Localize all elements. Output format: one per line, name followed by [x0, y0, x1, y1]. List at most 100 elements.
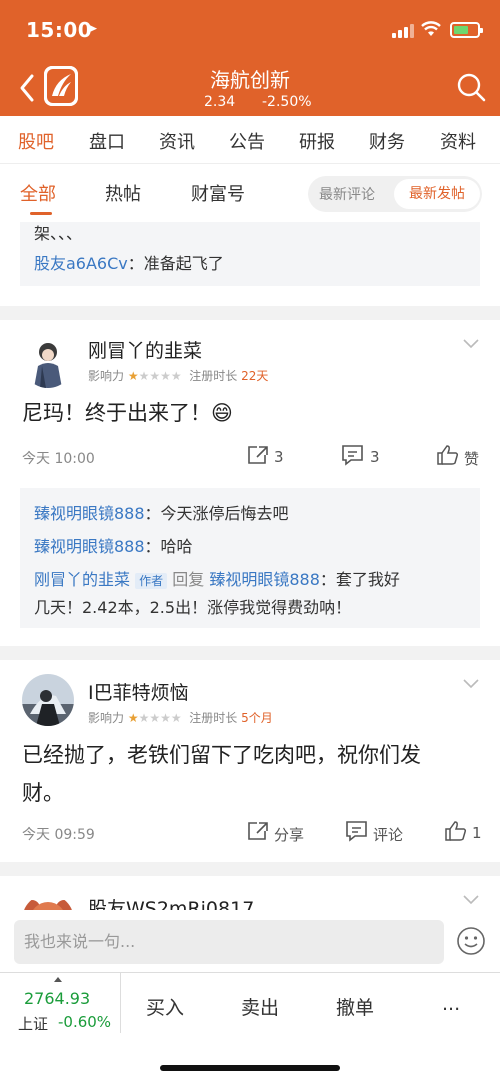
reply-text: ：套了我好: [319, 570, 400, 589]
active-tab-indicator: [30, 212, 52, 215]
chevron-down-icon[interactable]: [462, 338, 480, 350]
reply-line: 股友a6A6Cv：准备起飞了: [34, 250, 224, 274]
chevron-down-icon[interactable]: [462, 678, 480, 690]
post-time: 今天 09:59: [22, 827, 95, 843]
reply-username[interactable]: 臻视明眼镜888: [34, 504, 145, 523]
influence-stars: ★★★★★: [128, 711, 182, 725]
comment-icon[interactable]: [345, 820, 369, 842]
reply-username[interactable]: 臻视明眼镜888: [34, 537, 145, 556]
status-bar: 15:00 ➤: [0, 0, 500, 58]
tab-finance[interactable]: 财务: [369, 128, 405, 154]
more-button[interactable]: ...: [442, 993, 460, 1015]
sort-toggle: 最新评论 最新发帖: [308, 176, 482, 212]
share-label[interactable]: 分享: [274, 824, 304, 845]
search-icon[interactable]: [456, 72, 486, 104]
reply-text-cont: 几天！2.42本，2.5出！涨停我觉得费劲呐！: [34, 598, 352, 617]
sell-button[interactable]: 卖出: [241, 993, 279, 1020]
reg-label: 注册时长: [189, 711, 238, 725]
comment-bar: 我也来说一句...: [0, 910, 500, 972]
cancel-order-button[interactable]: 撤单: [336, 993, 374, 1020]
tab-research[interactable]: 研报: [299, 128, 335, 154]
author-name[interactable]: I巴菲特烦恼: [88, 678, 189, 705]
subtab-all[interactable]: 全部: [20, 180, 56, 206]
sort-latest-comment[interactable]: 最新评论: [319, 184, 375, 204]
buy-button[interactable]: 买入: [146, 993, 184, 1020]
reply-text: ：哈哈: [144, 537, 193, 556]
author-name[interactable]: 刚冒丫的韭菜: [88, 336, 202, 363]
divider: [120, 973, 121, 1033]
post-time: 今天 10:00: [22, 451, 95, 467]
comment-label[interactable]: 评论: [373, 824, 403, 845]
index-name: 上证: [18, 1015, 49, 1033]
share-icon[interactable]: [246, 820, 270, 842]
location-arrow-icon: ➤: [86, 21, 98, 37]
reply-word: 回复: [172, 570, 205, 589]
thumbs-up-icon[interactable]: [436, 444, 460, 466]
smiley-icon[interactable]: [456, 926, 486, 956]
influence-label: 影响力: [88, 711, 125, 725]
chevron-down-icon[interactable]: [462, 894, 480, 906]
subtab-hot[interactable]: 热帖: [105, 180, 141, 206]
stock-change: -2.50%: [262, 94, 312, 110]
battery-icon: [450, 22, 483, 38]
post-card-previous[interactable]: 架、、、 股友a6A6Cv：准备起飞了: [0, 222, 500, 306]
avatar[interactable]: [22, 336, 74, 388]
subtab-fortune[interactable]: 财富号: [191, 180, 245, 206]
reply-text-tail: 架、、、: [34, 224, 83, 243]
share-count[interactable]: 3: [274, 448, 284, 466]
author-tag: 作者: [135, 573, 168, 589]
reg-value: 5个月: [241, 711, 273, 725]
post-card[interactable]: 刚冒丫的韭菜 影响力 ★★★★★ 注册时长 22天 尼玛！终于出来了！😄 今天 …: [0, 320, 500, 646]
reply-box: 臻视明眼镜888：今天涨停后悔去吧 臻视明眼镜888：哈哈 刚冒丫的韭菜 作者 …: [20, 488, 480, 628]
influence-label: 影响力: [88, 369, 125, 383]
reply-text: ：准备起飞了: [127, 254, 224, 273]
stock-price: 2.34: [204, 94, 236, 110]
post-content[interactable]: 已经抛了，老铁们留下了吃肉吧，祝你们发 财。: [22, 736, 421, 812]
comment-icon[interactable]: [341, 444, 365, 466]
like-label[interactable]: 赞: [464, 448, 479, 469]
sort-latest-post[interactable]: 最新发帖: [394, 179, 480, 209]
star-on: ★: [127, 369, 139, 383]
app-header: 15:00 ➤ 海航创新 2.34 -2.50%: [0, 0, 500, 116]
post-content-line: 财。: [22, 781, 64, 805]
tab-announcements[interactable]: 公告: [229, 128, 265, 154]
star-on: ★: [127, 711, 139, 725]
influence-stars: ★★★★★: [128, 369, 182, 383]
comment-input[interactable]: 我也来说一句...: [14, 920, 444, 964]
reply-line: 刚冒丫的韭菜 作者 回复 臻视明眼镜888：套了我好: [34, 566, 400, 590]
post-content-line: 已经抛了，老铁们留下了吃肉吧，祝你们发: [22, 743, 421, 767]
reply-line: 臻视明眼镜888：哈哈: [34, 533, 193, 557]
reply-box: 架、、、 股友a6A6Cv：准备起飞了: [20, 222, 480, 286]
stock-title: 海航创新: [210, 68, 290, 92]
trade-bar: 2764.93 上证 -0.60% 买入 卖出 撤单 ...: [0, 972, 500, 1082]
avatar[interactable]: [22, 674, 74, 726]
wifi-icon: [421, 21, 441, 36]
home-indicator[interactable]: [160, 1065, 340, 1071]
comment-count[interactable]: 3: [370, 448, 380, 466]
reply-target[interactable]: 臻视明眼镜888: [209, 570, 320, 589]
reg-label: 注册时长: [189, 369, 238, 383]
reg-value: 22天: [241, 369, 269, 383]
sub-tab-bar: 全部 热帖 财富号 最新评论 最新发帖: [0, 164, 500, 222]
reply-username[interactable]: 股友a6A6Cv: [34, 254, 128, 273]
index-change: -0.60%: [58, 1013, 112, 1031]
signal-icon: [392, 24, 414, 38]
tab-guba[interactable]: 股吧: [18, 128, 54, 154]
stars-off: ★★★★: [138, 711, 182, 725]
author-meta: 影响力 ★★★★★ 注册时长 5个月: [88, 709, 273, 726]
thumbs-up-icon[interactable]: [444, 820, 468, 842]
tab-news[interactable]: 资讯: [159, 128, 195, 154]
like-count[interactable]: 1: [472, 824, 482, 842]
share-icon[interactable]: [246, 444, 270, 466]
reply-username[interactable]: 刚冒丫的韭菜: [34, 570, 130, 589]
status-time: 15:00: [26, 18, 93, 42]
tab-profile[interactable]: 资料: [440, 128, 476, 154]
tab-pankou[interactable]: 盘口: [89, 128, 125, 154]
index-value[interactable]: 2764.93: [24, 989, 90, 1008]
post-content[interactable]: 尼玛！终于出来了！😄: [22, 394, 233, 432]
caret-up-icon[interactable]: [54, 977, 62, 982]
post-card[interactable]: I巴菲特烦恼 影响力 ★★★★★ 注册时长 5个月 已经抛了，老铁们留下了吃肉吧…: [0, 660, 500, 862]
reply-text: ：今天涨停后悔去吧: [144, 504, 289, 523]
reply-line: 臻视明眼镜888：今天涨停后悔去吧: [34, 500, 289, 524]
main-tab-bar: 股吧 盘口 资讯 公告 研报 财务 资料: [0, 116, 500, 164]
